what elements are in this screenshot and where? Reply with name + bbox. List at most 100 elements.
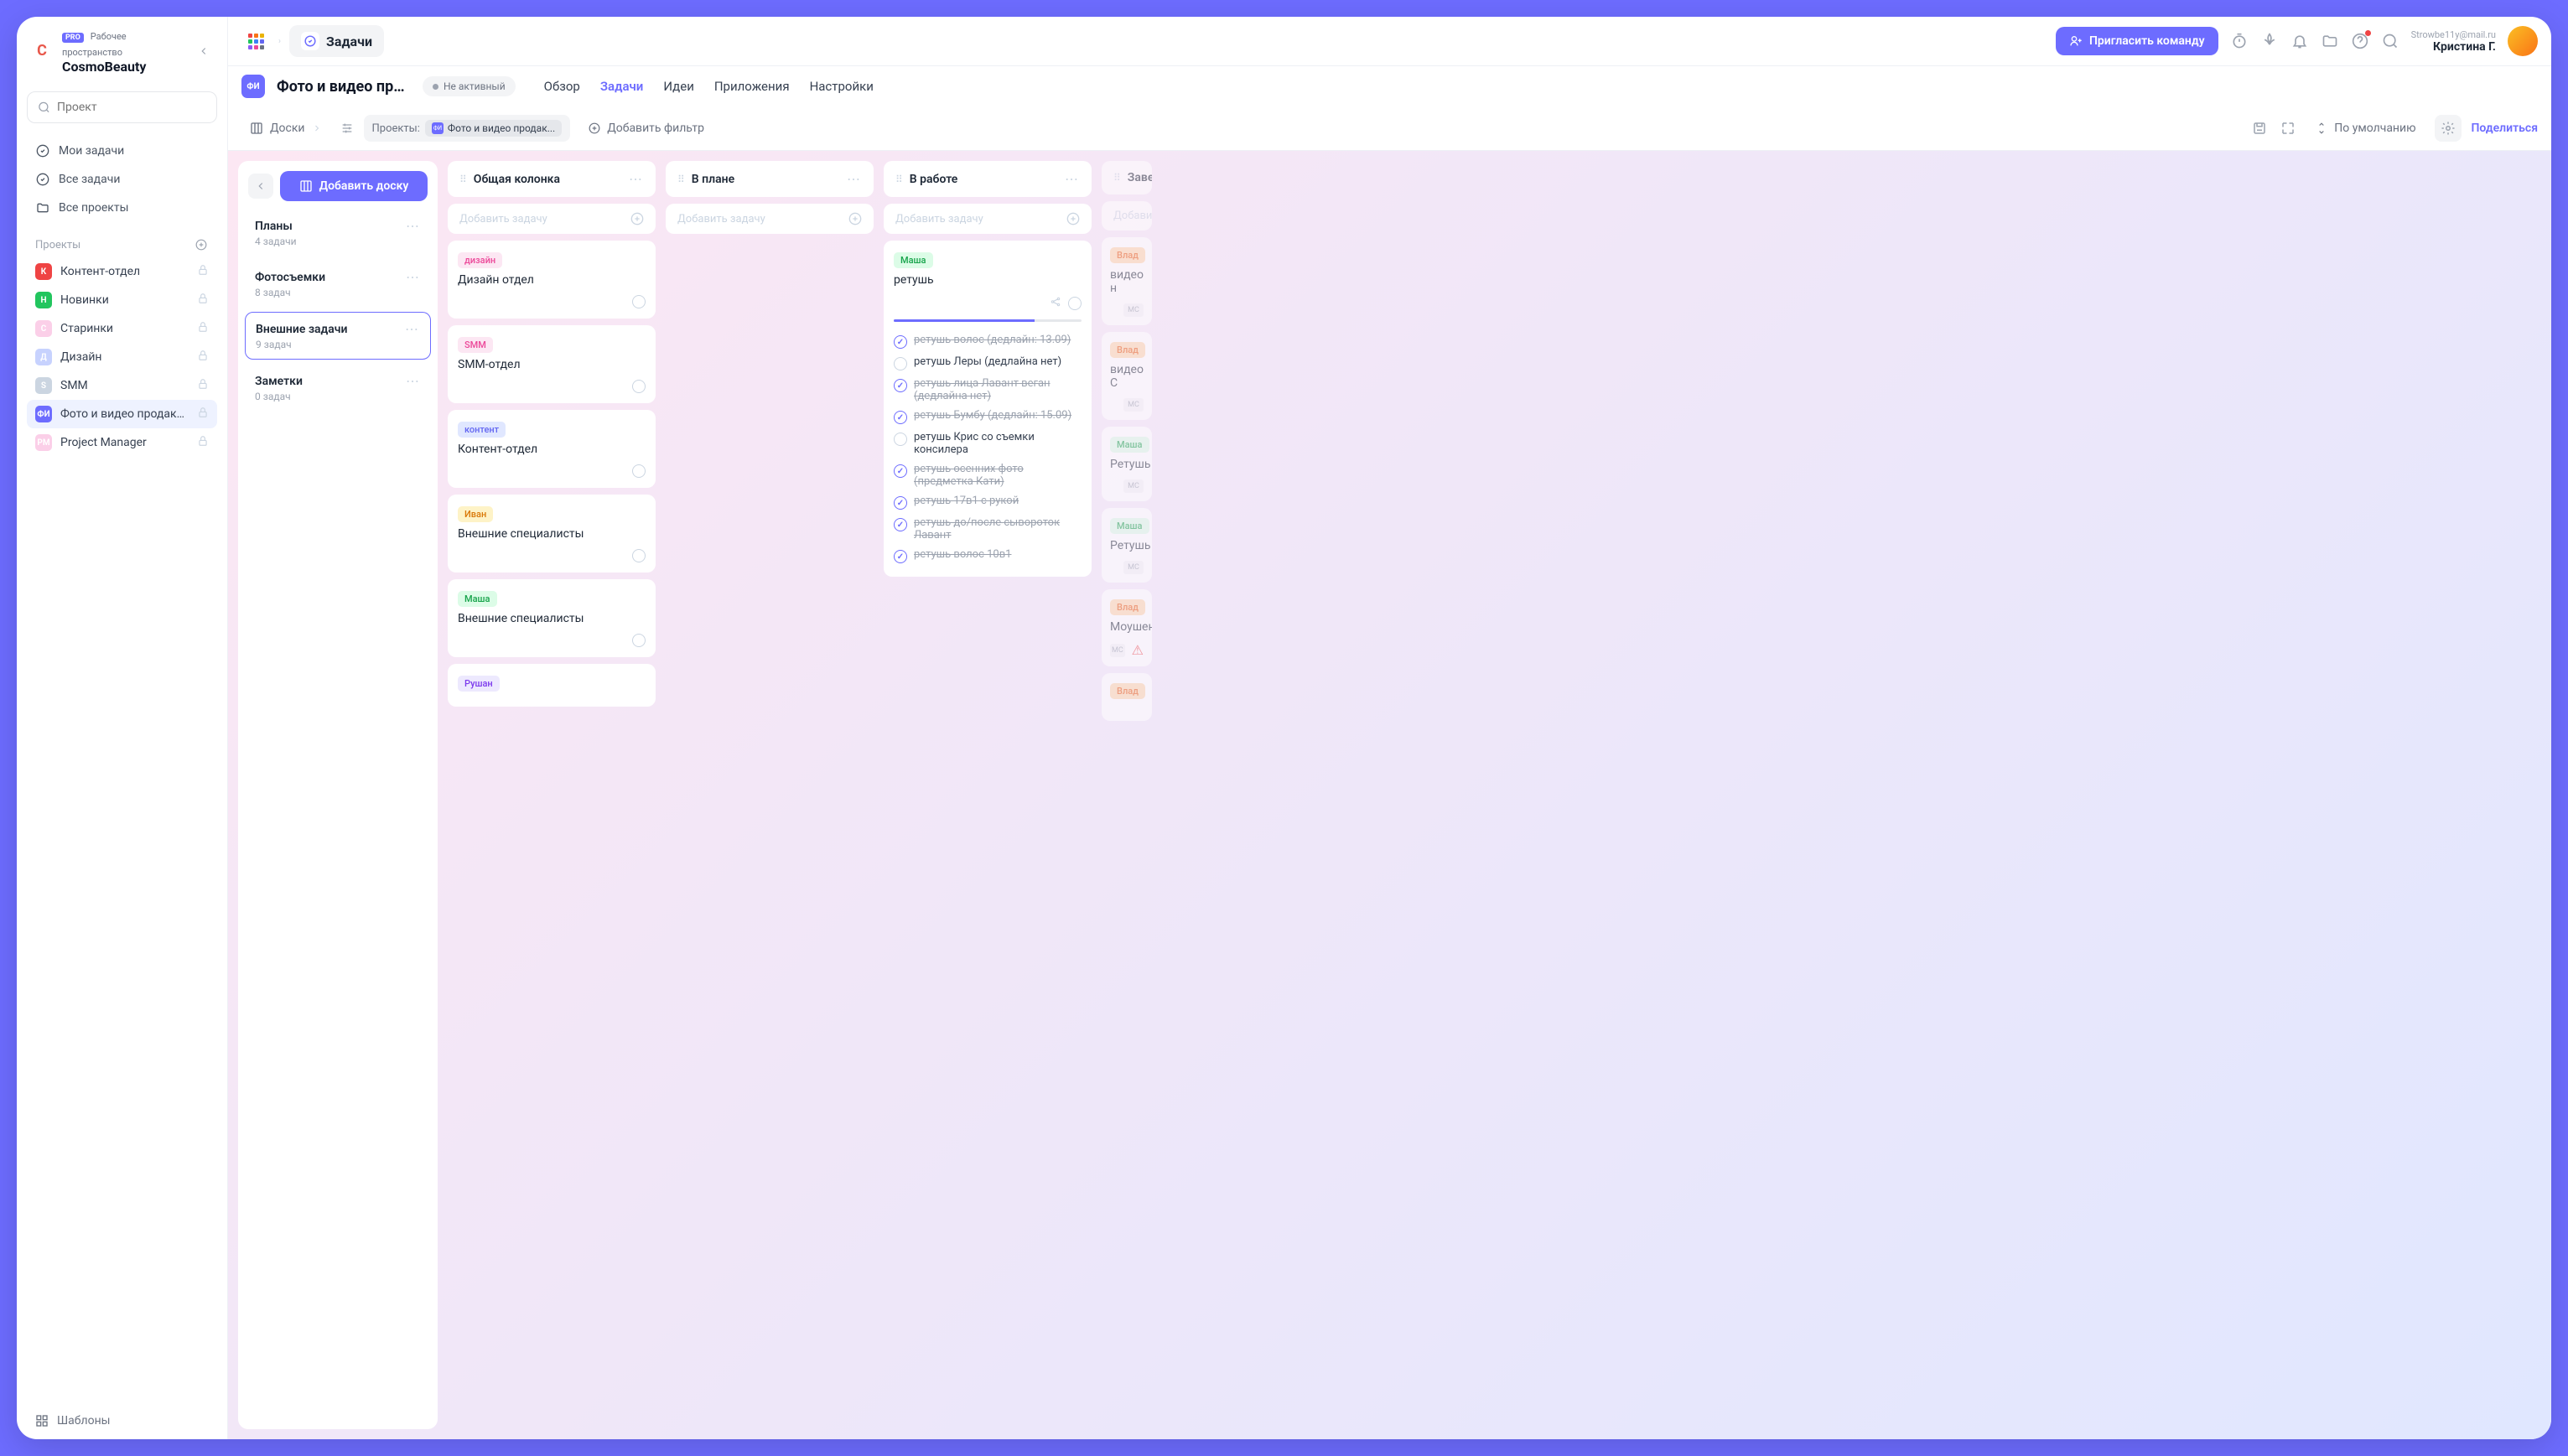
checklist-item[interactable]: ретушь 17в1 с рукой — [894, 491, 1082, 513]
status-circle[interactable] — [632, 295, 646, 308]
project-search[interactable] — [27, 91, 217, 123]
task-card[interactable]: Маша Внешние специалисты — [448, 579, 656, 657]
timer-icon[interactable] — [2230, 32, 2249, 50]
drag-handle-icon[interactable]: ⠿ — [677, 174, 685, 185]
check-icon[interactable] — [894, 411, 907, 424]
tasks-button[interactable]: Задачи — [289, 25, 384, 57]
share-icon[interactable] — [1050, 295, 1061, 311]
board-menu[interactable]: ⋯ — [406, 218, 421, 234]
check-icon[interactable] — [894, 550, 907, 563]
checklist-item[interactable]: ретушь Леры (дедлайна нет) — [894, 352, 1082, 374]
check-icon[interactable] — [894, 433, 907, 446]
tab-overview[interactable]: Обзор — [544, 79, 580, 94]
drag-handle-icon[interactable]: ⠿ — [459, 174, 467, 185]
checklist-item[interactable]: ретушь лица Лавант веган (дедлайна нет) — [894, 374, 1082, 406]
boards-view-button[interactable]: Доски — [241, 117, 330, 140]
task-card[interactable]: Маша Ретушь МС — [1102, 508, 1152, 583]
board-item[interactable]: Заметки⋯ 0 задач — [245, 365, 431, 411]
task-card[interactable]: дизайн Дизайн отдел — [448, 241, 656, 319]
checklist-item[interactable]: ретушь Крис со съемки консилера — [894, 427, 1082, 459]
column-header-done[interactable]: ⠿ Заве — [1102, 161, 1152, 194]
add-task-done[interactable]: Добавит — [1102, 201, 1152, 231]
add-task-planned[interactable]: Добавить задачу — [666, 204, 874, 234]
check-icon[interactable] — [894, 518, 907, 531]
project-item[interactable]: ФИ Фото и видео продакшн — [27, 400, 217, 428]
board-item[interactable]: Фотосъемки⋯ 8 задач — [245, 261, 431, 307]
task-card[interactable]: контент Контент-отдел — [448, 410, 656, 488]
project-item[interactable]: PM Project Manager — [27, 428, 217, 457]
add-project-button[interactable] — [194, 237, 209, 252]
nav-all-tasks[interactable]: Все задачи — [27, 165, 217, 194]
folder-icon[interactable] — [2321, 32, 2339, 50]
board-menu[interactable]: ⋯ — [405, 321, 420, 337]
tab-apps[interactable]: Приложения — [714, 79, 790, 94]
add-task-general[interactable]: Добавить задачу — [448, 204, 656, 234]
column-menu[interactable]: ⋯ — [1065, 171, 1080, 187]
add-board-button[interactable]: Добавить доску — [280, 171, 428, 201]
apps-grid-button[interactable] — [241, 27, 270, 55]
settings-button[interactable] — [2435, 115, 2462, 142]
board-menu[interactable]: ⋯ — [406, 269, 421, 285]
check-icon[interactable] — [894, 496, 907, 510]
drag-handle-icon[interactable]: ⠿ — [1113, 172, 1121, 184]
help-icon[interactable] — [2351, 32, 2369, 50]
bell-icon[interactable] — [2290, 32, 2309, 50]
tab-settings[interactable]: Настройки — [810, 79, 874, 94]
column-header-working[interactable]: ⠿ В работе ⋯ — [884, 161, 1092, 197]
check-icon[interactable] — [894, 335, 907, 349]
collapse-sidebar-button[interactable] — [194, 41, 214, 61]
checklist-item[interactable]: ретушь волос (дедлайн: 13.09) — [894, 330, 1082, 352]
workspace-logo[interactable]: C — [30, 39, 54, 63]
invite-team-button[interactable]: Пригласить команду — [2056, 27, 2218, 55]
search-icon[interactable] — [2381, 32, 2399, 50]
column-menu[interactable]: ⋯ — [847, 171, 862, 187]
board-item[interactable]: Планы⋯ 4 задачи — [245, 210, 431, 256]
task-card[interactable]: Влад видео н МС — [1102, 237, 1152, 325]
sliders-icon[interactable] — [340, 122, 354, 135]
check-icon[interactable] — [894, 464, 907, 478]
drag-handle-icon[interactable]: ⠿ — [895, 174, 903, 185]
checklist-item[interactable]: ретушь осенних фото (предметка Кати) — [894, 459, 1082, 491]
tab-ideas[interactable]: Идеи — [663, 79, 694, 94]
status-circle[interactable] — [1068, 297, 1082, 310]
task-card[interactable]: Маша ретушь ретушь волос (дедлайн: 13.09… — [884, 241, 1092, 577]
add-filter-button[interactable]: Добавить фильтр — [580, 117, 713, 140]
sort-button[interactable]: По умолчанию — [2307, 117, 2424, 140]
board-menu[interactable]: ⋯ — [406, 373, 421, 389]
column-header-general[interactable]: ⠿ Общая колонка ⋯ — [448, 161, 656, 197]
search-input[interactable] — [57, 101, 206, 114]
tab-tasks[interactable]: Задачи — [600, 79, 643, 94]
avatar[interactable] — [2508, 26, 2538, 56]
checklist-item[interactable]: ретушь Бумбу (дедлайн: 15.09) — [894, 406, 1082, 427]
templates-button[interactable]: Шаблоны — [17, 1402, 227, 1439]
status-circle[interactable] — [632, 380, 646, 393]
user-menu[interactable]: Strowbe11y@mail.ru Кристина Г. — [2411, 29, 2496, 54]
checklist-item[interactable]: ретушь до/после сывороток Лавант — [894, 513, 1082, 545]
project-filter-chip[interactable]: Проекты: ФИ Фото и видео продак... — [364, 115, 571, 142]
project-item[interactable]: S SMM — [27, 371, 217, 400]
project-item[interactable]: Д Дизайн — [27, 343, 217, 371]
nav-all-projects[interactable]: Все проекты — [27, 194, 217, 222]
task-card[interactable]: Рушан — [448, 664, 656, 707]
project-item[interactable]: К Контент-отдел — [27, 257, 217, 286]
project-item[interactable]: С Старинки — [27, 314, 217, 343]
status-circle[interactable] — [632, 634, 646, 647]
expand-icon[interactable] — [2279, 119, 2297, 137]
task-card[interactable]: Влад видео С МС — [1102, 332, 1152, 420]
column-header-planned[interactable]: ⠿ В плане ⋯ — [666, 161, 874, 197]
lotus-icon[interactable] — [2260, 32, 2279, 50]
project-title[interactable]: Фото и видео прод... — [277, 78, 411, 96]
task-card[interactable]: Влад — [1102, 673, 1152, 721]
workspace-name[interactable]: CosmoBeauty — [62, 59, 185, 75]
share-button[interactable]: Поделиться — [2472, 122, 2538, 135]
check-icon[interactable] — [894, 379, 907, 392]
check-icon[interactable] — [894, 357, 907, 370]
task-card[interactable]: SMM SMM-отдел — [448, 325, 656, 403]
checklist-item[interactable]: ретушь волос 10в1 — [894, 545, 1082, 567]
nav-my-tasks[interactable]: Мои задачи — [27, 137, 217, 165]
back-button[interactable] — [248, 174, 273, 199]
board-item[interactable]: Внешние задачи⋯ 9 задач — [245, 312, 431, 360]
status-circle[interactable] — [632, 464, 646, 478]
status-circle[interactable] — [632, 549, 646, 562]
task-card[interactable]: Влад Моушен МС⚠ — [1102, 589, 1152, 666]
